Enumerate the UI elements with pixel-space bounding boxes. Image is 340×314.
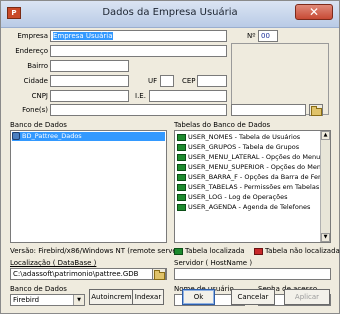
table-found-icon bbox=[177, 153, 186, 161]
bairro-field[interactable] bbox=[50, 60, 129, 72]
close-button[interactable]: ✕ bbox=[295, 4, 333, 20]
servidor-label: Servidor ( HostName ) bbox=[174, 259, 253, 267]
scroll-up-icon[interactable]: ▲ bbox=[321, 131, 330, 140]
table-found-icon bbox=[177, 173, 186, 181]
indexar-button[interactable]: Indexar bbox=[132, 289, 164, 305]
ie-label: I.E. bbox=[135, 92, 146, 100]
table-found-icon bbox=[177, 193, 186, 201]
database-icon bbox=[12, 132, 20, 140]
table-row[interactable]: USER_NOMES - Tabela de Usuários bbox=[177, 133, 300, 142]
numero-field[interactable]: 00 bbox=[258, 30, 278, 42]
empresa-field[interactable]: Empresa Usuária bbox=[50, 30, 227, 42]
browse-database-button[interactable] bbox=[152, 268, 166, 280]
cep-label: CEP bbox=[182, 77, 196, 85]
localizacao-label: Localização ( DataBase ) bbox=[10, 259, 97, 267]
table-found-icon bbox=[177, 203, 186, 211]
bairro-label: Bairro bbox=[27, 62, 48, 70]
servidor-field[interactable] bbox=[174, 268, 331, 280]
title-bar: P Dados da Empresa Usuária ✕ bbox=[1, 1, 339, 28]
cancelar-button[interactable]: Cancelar bbox=[231, 289, 275, 305]
table-row[interactable]: USER_GRUPOS - Tabela de Grupos bbox=[177, 143, 299, 152]
uf-label: UF bbox=[148, 77, 158, 85]
fones-label: Fone(s) bbox=[22, 106, 48, 114]
cidade-field[interactable] bbox=[50, 75, 129, 87]
table-row[interactable]: USER_TABELAS - Permissões em Tabelas bbox=[177, 183, 319, 192]
aplicar-button[interactable]: Aplicar bbox=[284, 289, 330, 305]
table-found-icon bbox=[177, 163, 186, 171]
cidade-label: Cidade bbox=[23, 77, 48, 85]
banco-tipo-label: Banco de Dados bbox=[10, 285, 67, 293]
autoincrem-button[interactable]: Autoincrem. bbox=[89, 289, 136, 305]
table-found-icon bbox=[174, 247, 183, 255]
table-row[interactable]: USER_MENU_SUPERIOR - Opções do Men bbox=[177, 163, 321, 172]
browse-logo-button[interactable] bbox=[309, 104, 323, 116]
fones-field[interactable] bbox=[50, 104, 227, 116]
table-row[interactable]: USER_MENU_LATERAL - Opções do Menu bbox=[177, 153, 320, 162]
table-found-icon bbox=[177, 183, 186, 191]
legend-found: Tabela localizada bbox=[174, 247, 245, 255]
table-not-found-icon bbox=[254, 247, 263, 255]
localizacao-field[interactable]: C:\adassoft\patrimonio\pattree.GDB bbox=[10, 268, 167, 280]
chevron-down-icon[interactable]: ▼ bbox=[73, 295, 84, 305]
window-title: Dados da Empresa Usuária bbox=[102, 7, 238, 18]
version-text: Versão: Firebird/x86/Windows NT (remote … bbox=[10, 247, 174, 255]
banco-tipo-combo[interactable]: Firebird ▼ bbox=[10, 294, 85, 306]
table-found-icon bbox=[177, 143, 186, 151]
numero-label: Nº bbox=[247, 32, 256, 40]
table-row[interactable]: USER_AGENDA - Agenda de Telefones bbox=[177, 203, 310, 212]
tabelas-label: Tabelas do Banco de Dados bbox=[174, 121, 271, 129]
tables-list[interactable]: USER_NOMES - Tabela de Usuários USER_GRU… bbox=[174, 130, 331, 243]
database-list-item[interactable]: BD_Pattree_Dados bbox=[12, 132, 165, 141]
tables-scrollbar[interactable]: ▲ ▼ bbox=[320, 131, 330, 242]
endereco-label: Endereço bbox=[15, 47, 48, 55]
table-found-icon bbox=[177, 133, 186, 141]
empresa-value: Empresa Usuária bbox=[53, 32, 113, 40]
legend-not-found: Tabela não localizada bbox=[254, 247, 340, 255]
empresa-label: Empresa bbox=[17, 32, 48, 40]
uf-field[interactable] bbox=[160, 75, 174, 87]
banco-dados-list-label: Banco de Dados bbox=[10, 121, 67, 129]
cnpj-label: CNPJ bbox=[31, 92, 48, 100]
ok-button[interactable]: Ok bbox=[182, 289, 215, 305]
folder-icon bbox=[310, 106, 322, 116]
scroll-down-icon[interactable]: ▼ bbox=[321, 233, 330, 242]
logo-path-field[interactable] bbox=[231, 104, 306, 116]
endereco-field[interactable] bbox=[50, 45, 227, 57]
cnpj-field[interactable] bbox=[50, 90, 129, 102]
folder-icon bbox=[153, 270, 165, 280]
table-row[interactable]: USER_BARRA_F - Opções da Barra de Ferra bbox=[177, 173, 327, 182]
table-row[interactable]: USER_LOG - Log de Operações bbox=[177, 193, 287, 202]
dialog-window: P Dados da Empresa Usuária ✕ Empresa Emp… bbox=[0, 0, 340, 314]
ie-field[interactable] bbox=[149, 90, 227, 102]
cep-field[interactable] bbox=[197, 75, 227, 87]
database-list[interactable]: BD_Pattree_Dados bbox=[10, 130, 167, 243]
